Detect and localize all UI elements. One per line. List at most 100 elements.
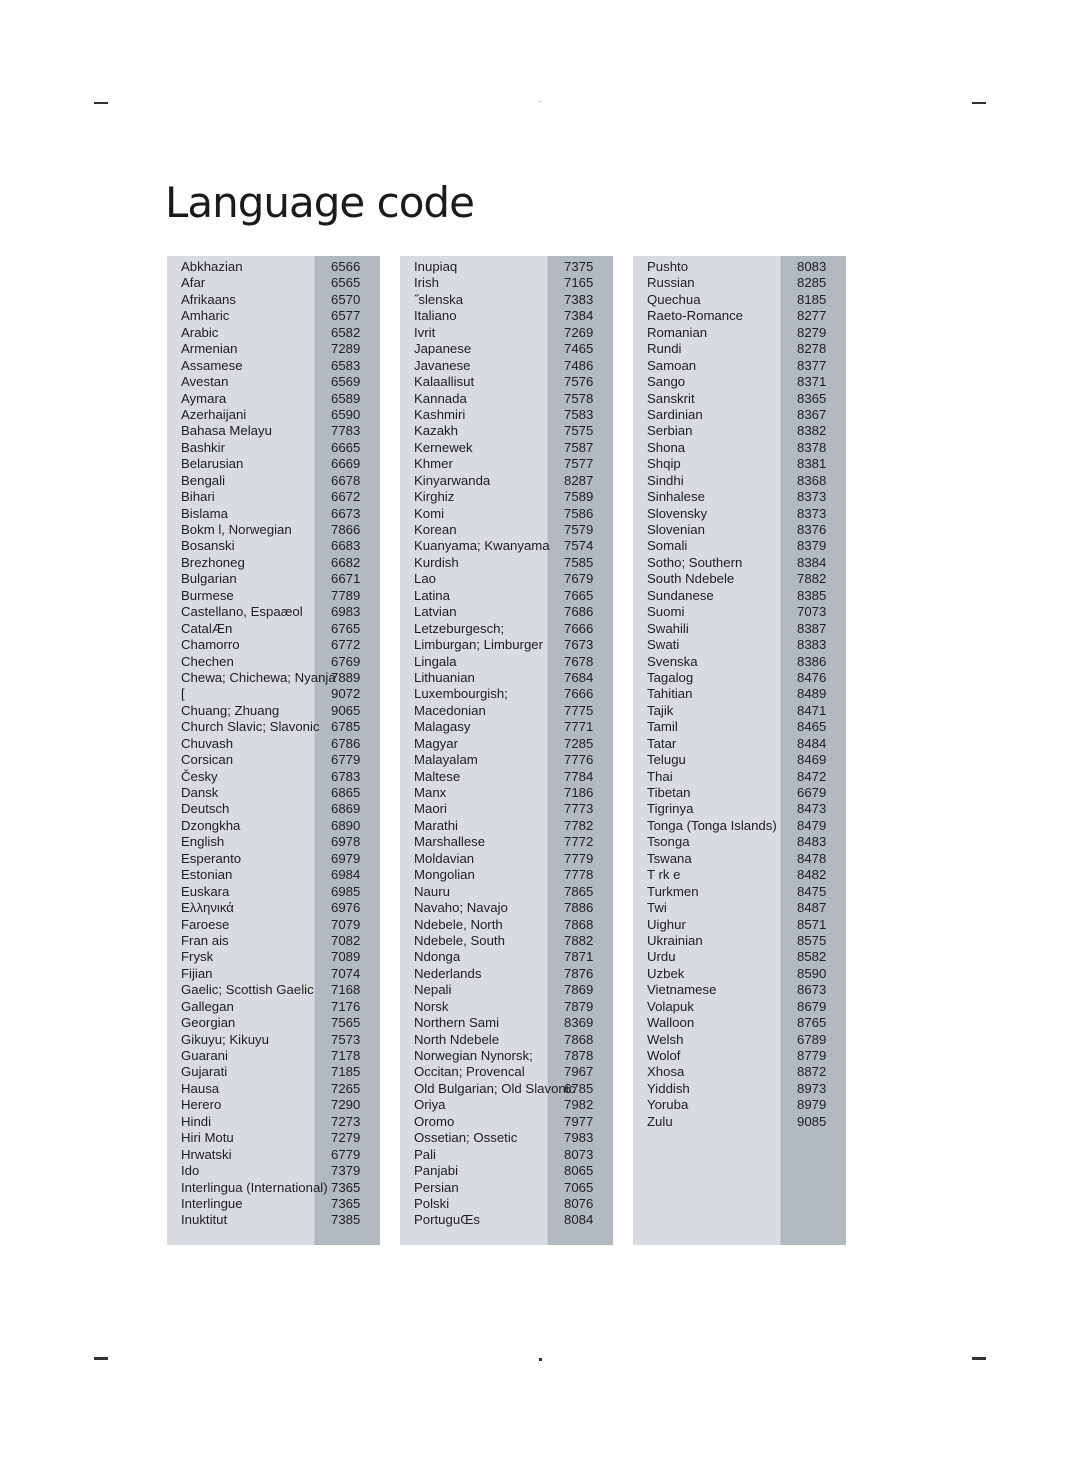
language-name: Lao <box>414 571 437 587</box>
language-name: Raeto-Romance <box>647 308 744 324</box>
language-row: Wolof 8779 <box>647 1048 846 1064</box>
language-code: 7265 <box>331 1080 361 1096</box>
language-name: Hrwatski <box>181 1146 232 1162</box>
language-code: 7577 <box>564 456 594 472</box>
language-row: Twi 8487 <box>647 900 846 916</box>
language-code: 7977 <box>564 1113 594 1129</box>
language-name: Malayalam <box>414 752 478 768</box>
language-name: Norwegian Nynorsk; <box>414 1048 533 1063</box>
language-code: 7365 <box>331 1195 361 1211</box>
language-code: 7673 <box>564 637 594 653</box>
language-row: Arabic 6582 <box>181 325 380 341</box>
language-row: Korean 7579 <box>414 522 613 538</box>
language-name: Kirghiz <box>414 489 455 505</box>
language-code: 7074 <box>331 965 361 981</box>
language-name: Panjabi <box>414 1163 458 1179</box>
language-row: Chuvash 6786 <box>181 736 380 752</box>
language-list: Abkhazian 6566 Afar 6565 Afrikaans 6570 Amhari… <box>181 259 380 1229</box>
language-code: 8083 <box>797 259 827 274</box>
language-name: Sango <box>647 374 686 390</box>
language-name: Church Slavic; Slavonic <box>181 719 320 735</box>
language-name: ˝slenska <box>414 291 464 307</box>
language-row: Tsonga 8483 <box>647 834 846 850</box>
language-code: 8673 <box>797 982 827 998</box>
language-name: Castellano, Espaæol <box>181 604 303 620</box>
language-name: Occitan; Provencal <box>414 1064 525 1080</box>
language-name: Old Bulgarian; Old Slavonic <box>414 1080 576 1096</box>
language-row: Maltese 7784 <box>414 769 613 785</box>
language-code: 7776 <box>564 752 594 768</box>
language-code: 6978 <box>331 834 361 850</box>
language-code: 6577 <box>331 308 361 324</box>
language-row: Ivrit 7269 <box>414 325 613 341</box>
language-row: Ndebele, North 7868 <box>414 917 613 933</box>
language-row: Urdu 8582 <box>647 949 846 965</box>
language-name: Interlingua (International) <box>181 1179 328 1195</box>
language-name: Bislama <box>181 505 228 521</box>
language-name: Ivrit <box>414 324 436 340</box>
language-row: Tonga (Tonga Islands) 8479 <box>647 818 846 834</box>
language-row: Kazakh 7575 <box>414 423 613 439</box>
language-code: 6569 <box>331 374 361 390</box>
language-row: ˝slenska 7383 <box>414 292 613 308</box>
language-name: English <box>181 834 225 850</box>
language-code: 7886 <box>564 900 594 916</box>
language-row: Esperanto 6979 <box>181 851 380 867</box>
language-code: 8779 <box>797 1048 827 1063</box>
language-code: 7383 <box>564 291 594 307</box>
language-code: 7666 <box>564 686 594 702</box>
language-name: Yiddish <box>647 1080 690 1096</box>
language-code: 7375 <box>564 259 594 274</box>
language-code: 7578 <box>564 390 594 406</box>
language-row: Oromo 7977 <box>414 1114 613 1130</box>
language-code: 7082 <box>331 932 361 948</box>
language-name: Norsk <box>414 998 449 1014</box>
language-row: Kashmiri 7583 <box>414 407 613 423</box>
language-row: Hausa 7265 <box>181 1081 380 1097</box>
language-row: Ndebele, South 7882 <box>414 933 613 949</box>
language-row: Navaho; Navajo 7886 <box>414 900 613 916</box>
language-name: PortuguŒs <box>414 1212 480 1228</box>
language-code: 8084 <box>564 1212 594 1228</box>
language-name: Khmer <box>414 456 453 472</box>
language-name: Kernewek <box>414 439 473 455</box>
language-name: Tswana <box>647 850 692 866</box>
language-code: 7868 <box>564 916 594 932</box>
language-row: Sinhalese 8373 <box>647 489 846 505</box>
language-row: Ukrainian 8575 <box>647 933 846 949</box>
language-code: 8377 <box>797 357 827 373</box>
language-row: Inuktitut 7385 <box>181 1212 380 1228</box>
language-code: 7178 <box>331 1048 361 1063</box>
language-name: Tagalog <box>647 669 694 685</box>
language-row: Fran ais 7082 <box>181 933 380 949</box>
language-code: 8473 <box>797 801 827 817</box>
language-row: Bulgarian 6671 <box>181 571 380 587</box>
language-name: Brezhoneg <box>181 554 245 570</box>
language-name: Dansk <box>181 785 219 800</box>
language-row: Lingala 7678 <box>414 654 613 670</box>
language-row: Serbian 8382 <box>647 423 846 439</box>
language-name: Pali <box>414 1146 436 1162</box>
language-name: Somali <box>647 538 688 554</box>
language-name: Tamil <box>647 719 678 735</box>
language-row: Uzbek 8590 <box>647 966 846 982</box>
language-name: Chewa; Chichewa; Nyanja <box>181 669 336 685</box>
language-row: Lao 7679 <box>414 571 613 587</box>
language-name: Hausa <box>181 1080 220 1096</box>
language-code: 8478 <box>797 850 827 866</box>
language-column-1: Abkhazian 6566 Afar 6565 Afrikaans 6570 Amhari… <box>167 256 380 1245</box>
language-row: Pushto 8083 <box>647 259 846 275</box>
language-code: 6779 <box>331 752 361 768</box>
language-name: Pushto <box>647 259 689 274</box>
language-name: Kashmiri <box>414 406 466 422</box>
language-code: 6665 <box>331 439 361 455</box>
language-code: 8872 <box>797 1064 827 1080</box>
language-name: Aymara <box>181 390 227 406</box>
language-row: Hiri Motu 7279 <box>181 1130 380 1146</box>
language-code: 7778 <box>564 867 594 883</box>
language-name: Bulgarian <box>181 571 237 587</box>
language-name: Thai <box>647 768 673 784</box>
language-name: Hindi <box>181 1113 212 1129</box>
language-name: Dzongkha <box>181 817 241 833</box>
language-code: 7583 <box>564 406 594 422</box>
